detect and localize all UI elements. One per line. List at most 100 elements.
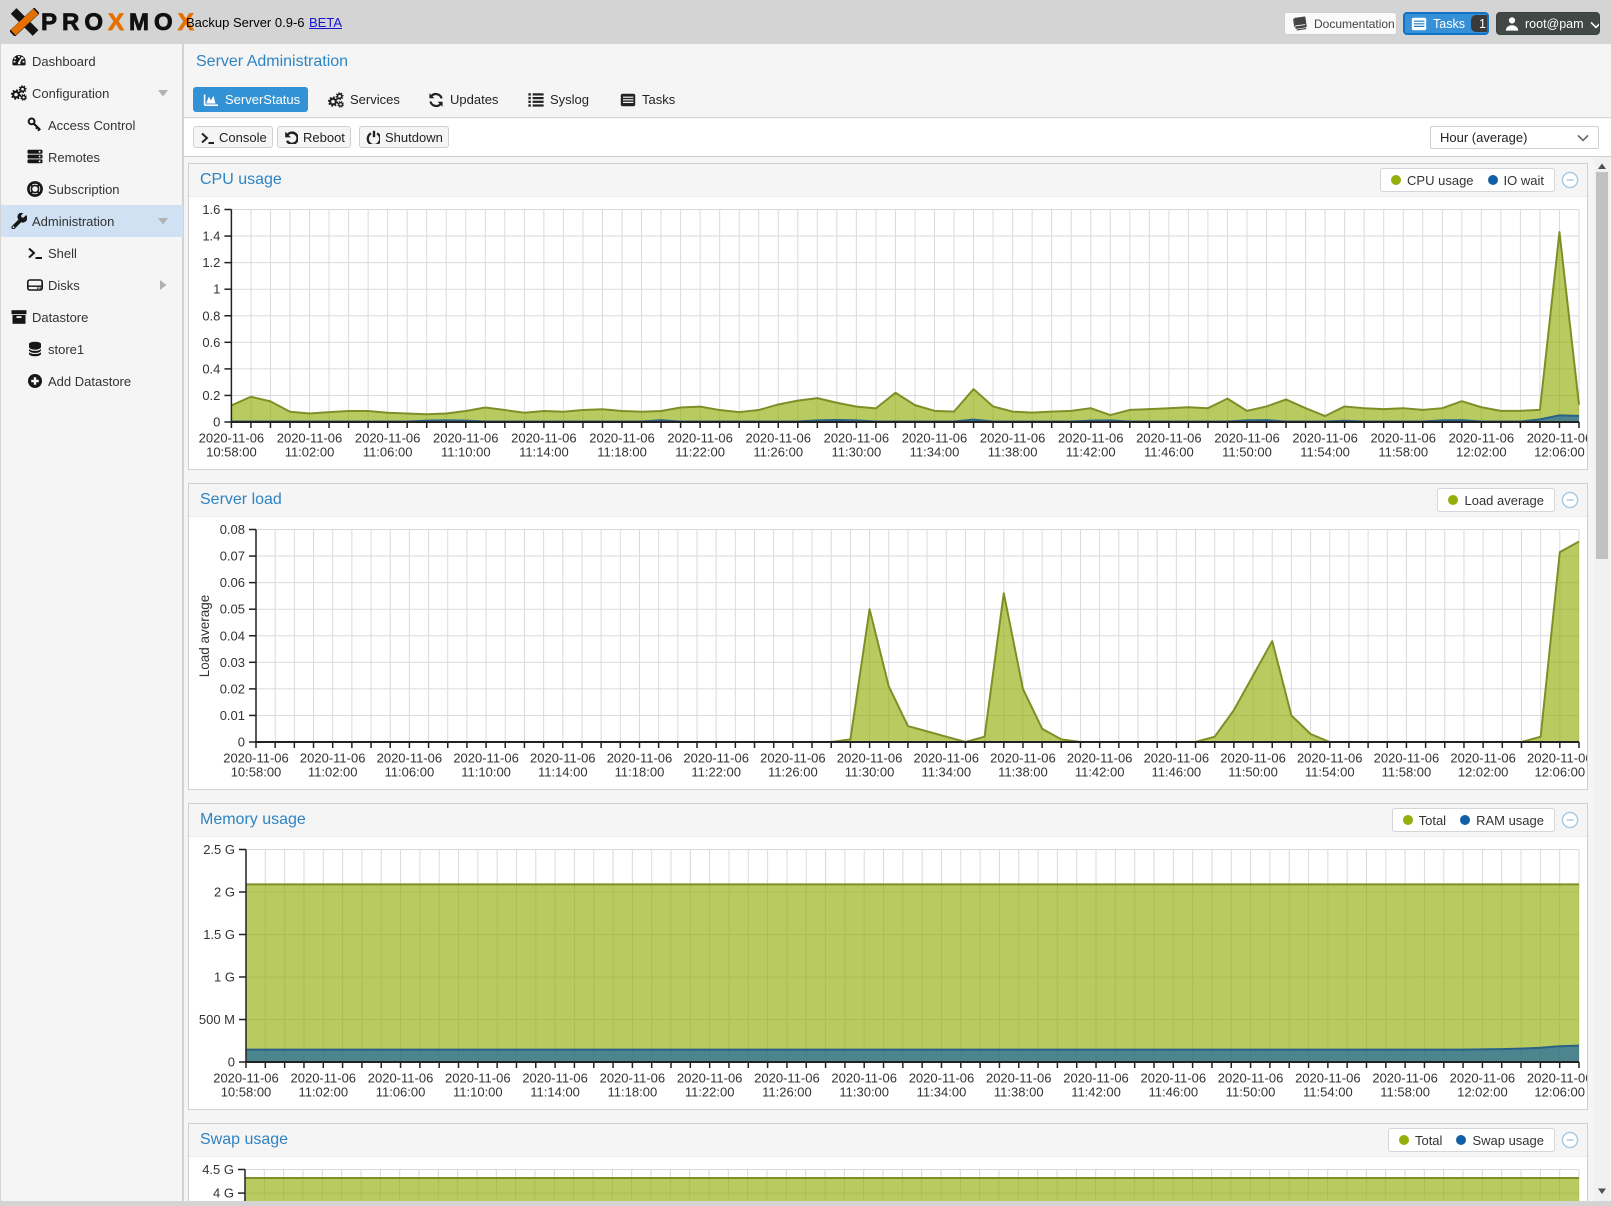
svg-text:4 G: 4 G bbox=[213, 1186, 234, 1201]
svg-text:11:38:00: 11:38:00 bbox=[994, 1085, 1044, 1100]
svg-text:2020-11-06: 2020-11-06 bbox=[667, 431, 733, 446]
svg-text:0.05: 0.05 bbox=[220, 602, 245, 617]
svg-text:2020-11-06: 2020-11-06 bbox=[760, 751, 826, 766]
svg-text:2020-11-06: 2020-11-06 bbox=[1372, 1071, 1438, 1086]
svg-text:2020-11-06: 2020-11-06 bbox=[1449, 431, 1515, 446]
svg-text:2020-11-06: 2020-11-06 bbox=[1527, 431, 1587, 446]
svg-text:11:26:00: 11:26:00 bbox=[753, 445, 803, 460]
svg-text:11:06:00: 11:06:00 bbox=[363, 445, 413, 460]
svg-text:11:30:00: 11:30:00 bbox=[839, 1085, 889, 1100]
svg-text:11:18:00: 11:18:00 bbox=[608, 1085, 658, 1100]
svg-text:4.5 G: 4.5 G bbox=[202, 1162, 234, 1177]
svg-text:0: 0 bbox=[213, 415, 220, 430]
svg-text:11:42:00: 11:42:00 bbox=[1071, 1085, 1121, 1100]
svg-text:0.01: 0.01 bbox=[220, 708, 245, 723]
svg-text:2020-11-06: 2020-11-06 bbox=[300, 751, 366, 766]
svg-text:1.2: 1.2 bbox=[202, 255, 220, 270]
svg-text:11:22:00: 11:22:00 bbox=[675, 445, 725, 460]
svg-text:2020-11-06: 2020-11-06 bbox=[213, 1071, 279, 1086]
svg-text:Load average: Load average bbox=[197, 595, 212, 678]
svg-text:0.04: 0.04 bbox=[220, 628, 245, 643]
svg-text:2020-11-06: 2020-11-06 bbox=[291, 1071, 357, 1086]
svg-text:2020-11-06: 2020-11-06 bbox=[522, 1071, 588, 1086]
svg-text:0: 0 bbox=[238, 735, 245, 750]
svg-text:2020-11-06: 2020-11-06 bbox=[199, 431, 265, 446]
svg-text:11:02:00: 11:02:00 bbox=[298, 1085, 348, 1100]
svg-text:0.07: 0.07 bbox=[220, 549, 245, 564]
svg-text:1.5 G: 1.5 G bbox=[203, 927, 235, 942]
svg-text:1.4: 1.4 bbox=[202, 229, 220, 244]
svg-text:11:50:00: 11:50:00 bbox=[1222, 445, 1272, 460]
svg-text:2020-11-06: 2020-11-06 bbox=[1144, 751, 1210, 766]
svg-text:11:54:00: 11:54:00 bbox=[1300, 445, 1350, 460]
svg-text:11:38:00: 11:38:00 bbox=[988, 445, 1038, 460]
svg-text:2020-11-06: 2020-11-06 bbox=[990, 751, 1056, 766]
svg-text:11:26:00: 11:26:00 bbox=[762, 1085, 812, 1100]
svg-text:2020-11-06: 2020-11-06 bbox=[909, 1071, 975, 1086]
svg-text:2 G: 2 G bbox=[214, 885, 235, 900]
svg-text:10:58:00: 10:58:00 bbox=[231, 765, 282, 780]
svg-text:2020-11-06: 2020-11-06 bbox=[1220, 751, 1286, 766]
svg-text:2020-11-06: 2020-11-06 bbox=[1141, 1071, 1207, 1086]
svg-text:11:54:00: 11:54:00 bbox=[1305, 765, 1355, 780]
svg-text:2020-11-06: 2020-11-06 bbox=[433, 431, 499, 446]
svg-text:11:18:00: 11:18:00 bbox=[615, 765, 665, 780]
svg-text:2020-11-06: 2020-11-06 bbox=[355, 431, 421, 446]
svg-text:2020-11-06: 2020-11-06 bbox=[1450, 1071, 1516, 1086]
svg-text:2020-11-06: 2020-11-06 bbox=[913, 751, 979, 766]
svg-text:2020-11-06: 2020-11-06 bbox=[600, 1071, 666, 1086]
svg-text:1: 1 bbox=[213, 282, 220, 297]
svg-text:11:34:00: 11:34:00 bbox=[917, 1085, 967, 1100]
svg-text:11:46:00: 11:46:00 bbox=[1144, 445, 1194, 460]
svg-text:11:50:00: 11:50:00 bbox=[1228, 765, 1278, 780]
svg-text:2020-11-06: 2020-11-06 bbox=[831, 1071, 897, 1086]
svg-text:11:58:00: 11:58:00 bbox=[1382, 765, 1432, 780]
svg-text:11:34:00: 11:34:00 bbox=[910, 445, 960, 460]
svg-text:11:14:00: 11:14:00 bbox=[538, 765, 588, 780]
svg-text:11:18:00: 11:18:00 bbox=[597, 445, 647, 460]
svg-text:2020-11-06: 2020-11-06 bbox=[986, 1071, 1052, 1086]
svg-text:0.6: 0.6 bbox=[202, 335, 220, 350]
svg-text:11:58:00: 11:58:00 bbox=[1378, 445, 1428, 460]
svg-text:12:06:00: 12:06:00 bbox=[1534, 1085, 1585, 1100]
svg-text:0.8: 0.8 bbox=[202, 308, 220, 323]
svg-text:2020-11-06: 2020-11-06 bbox=[511, 431, 577, 446]
svg-text:2020-11-06: 2020-11-06 bbox=[223, 751, 289, 766]
svg-text:11:30:00: 11:30:00 bbox=[832, 445, 882, 460]
svg-text:12:02:00: 12:02:00 bbox=[1458, 765, 1509, 780]
svg-text:2020-11-06: 2020-11-06 bbox=[1527, 1071, 1587, 1086]
svg-text:11:02:00: 11:02:00 bbox=[308, 765, 358, 780]
svg-text:2020-11-06: 2020-11-06 bbox=[1297, 751, 1363, 766]
svg-text:2020-11-06: 2020-11-06 bbox=[980, 431, 1046, 446]
svg-text:11:34:00: 11:34:00 bbox=[921, 765, 971, 780]
svg-text:2020-11-06: 2020-11-06 bbox=[277, 431, 343, 446]
svg-text:2020-11-06: 2020-11-06 bbox=[1214, 431, 1280, 446]
svg-text:0.02: 0.02 bbox=[220, 681, 245, 696]
svg-text:2020-11-06: 2020-11-06 bbox=[745, 431, 811, 446]
svg-text:11:42:00: 11:42:00 bbox=[1075, 765, 1125, 780]
svg-text:2.5 G: 2.5 G bbox=[203, 842, 235, 857]
svg-text:0.03: 0.03 bbox=[220, 655, 245, 670]
svg-text:2020-11-06: 2020-11-06 bbox=[377, 751, 443, 766]
svg-text:0.2: 0.2 bbox=[202, 388, 220, 403]
svg-text:2020-11-06: 2020-11-06 bbox=[607, 751, 673, 766]
svg-text:0.06: 0.06 bbox=[220, 575, 245, 590]
svg-text:11:02:00: 11:02:00 bbox=[285, 445, 335, 460]
svg-text:2020-11-06: 2020-11-06 bbox=[1292, 431, 1358, 446]
svg-text:11:06:00: 11:06:00 bbox=[385, 765, 435, 780]
svg-text:2020-11-06: 2020-11-06 bbox=[1527, 751, 1587, 766]
svg-text:2020-11-06: 2020-11-06 bbox=[453, 751, 519, 766]
svg-text:12:02:00: 12:02:00 bbox=[1456, 445, 1507, 460]
svg-text:11:14:00: 11:14:00 bbox=[519, 445, 569, 460]
svg-text:2020-11-06: 2020-11-06 bbox=[1218, 1071, 1284, 1086]
svg-text:1.6: 1.6 bbox=[202, 202, 220, 217]
svg-text:2020-11-06: 2020-11-06 bbox=[677, 1071, 743, 1086]
svg-text:2020-11-06: 2020-11-06 bbox=[589, 431, 655, 446]
svg-text:10:58:00: 10:58:00 bbox=[206, 445, 257, 460]
svg-text:2020-11-06: 2020-11-06 bbox=[368, 1071, 434, 1086]
svg-text:11:22:00: 11:22:00 bbox=[691, 765, 741, 780]
svg-text:2020-11-06: 2020-11-06 bbox=[1058, 431, 1124, 446]
svg-text:11:10:00: 11:10:00 bbox=[461, 765, 511, 780]
svg-text:11:30:00: 11:30:00 bbox=[845, 765, 895, 780]
svg-text:11:26:00: 11:26:00 bbox=[768, 765, 818, 780]
